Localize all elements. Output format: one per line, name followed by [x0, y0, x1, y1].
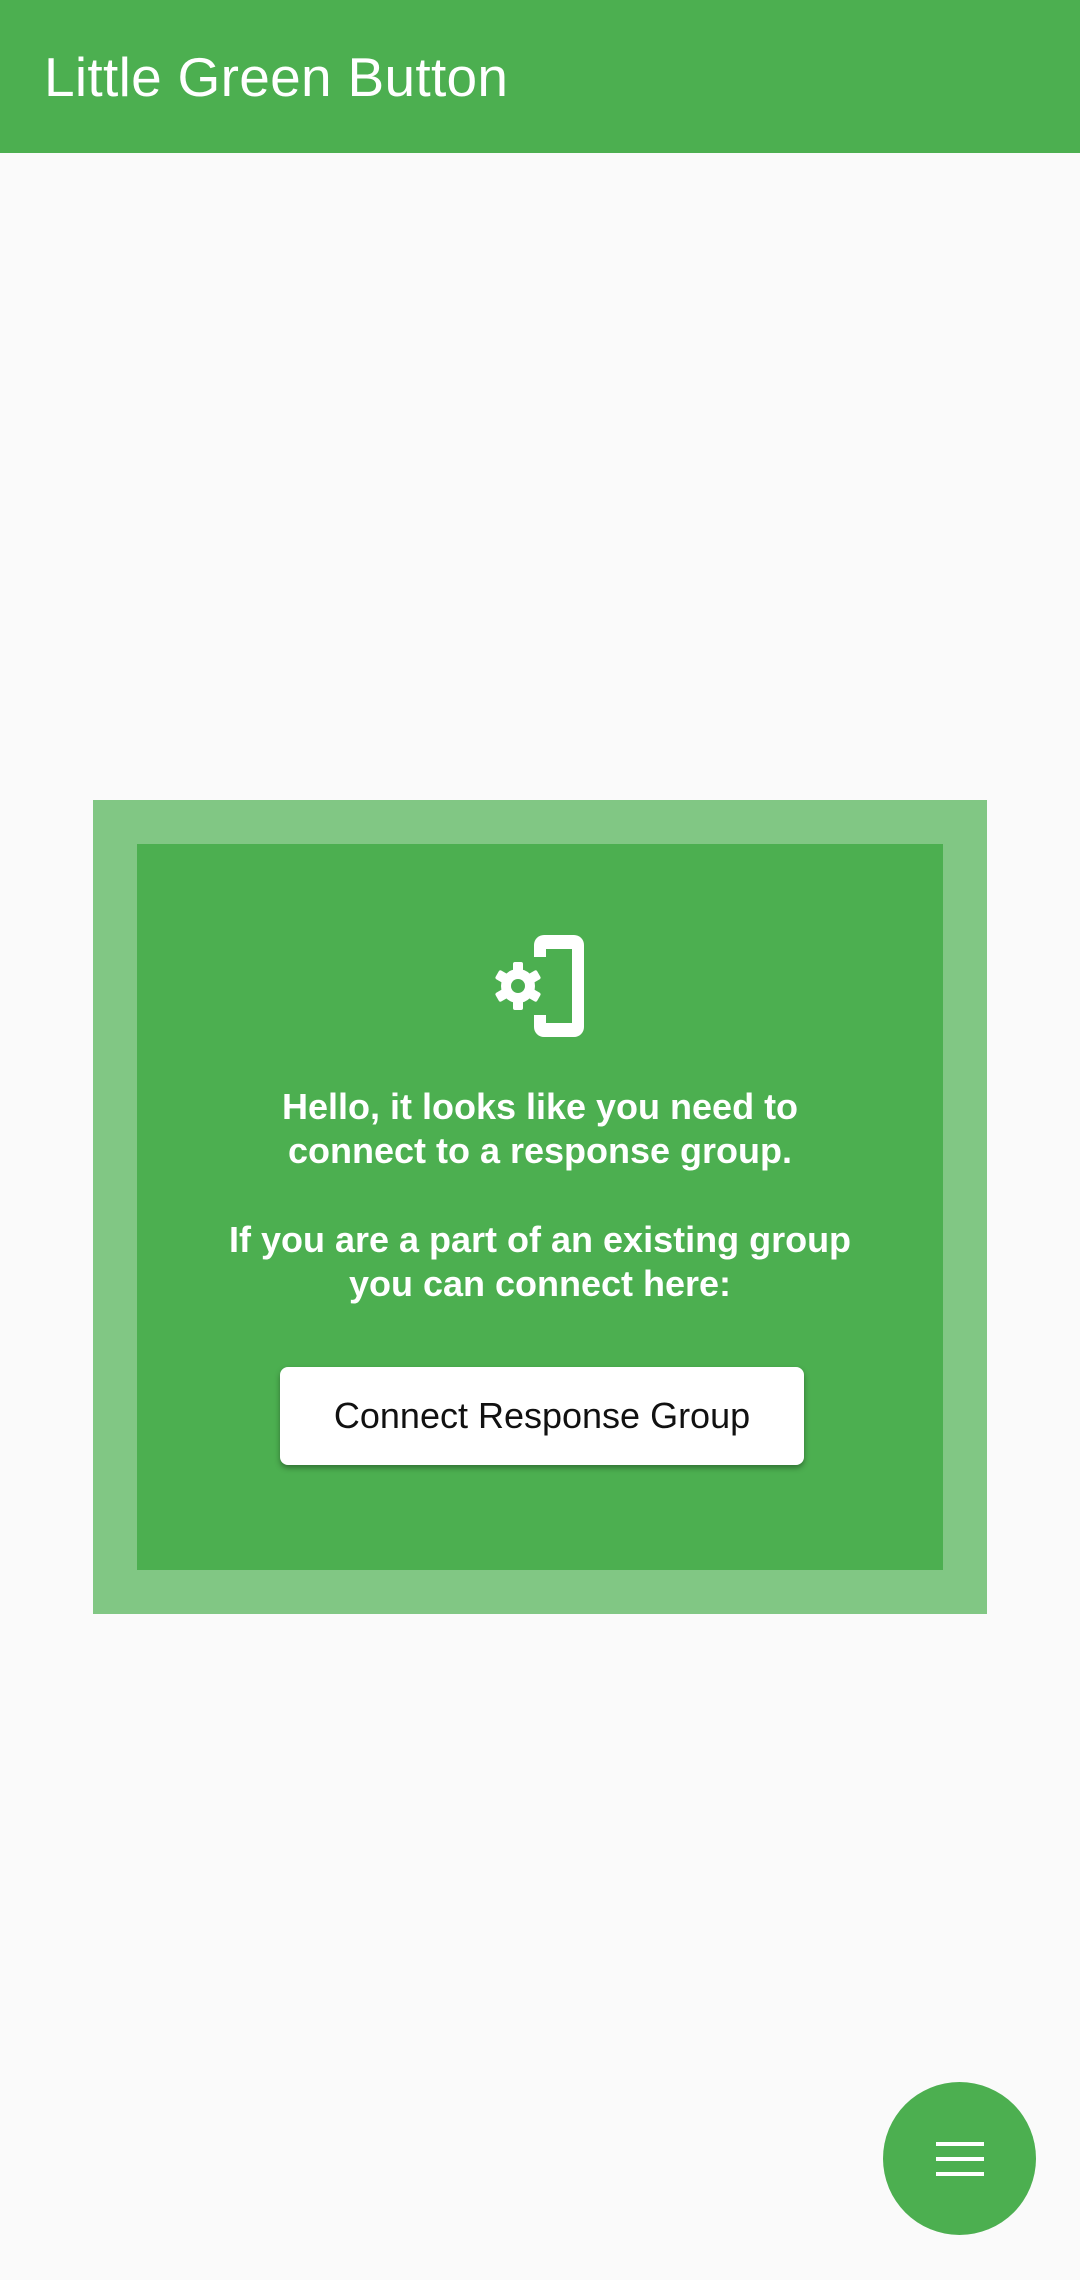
connect-message: Hello, it looks like you need to connect…: [137, 1085, 943, 1173]
message-line: If you are a part of an existing group: [228, 1219, 852, 1260]
app-bar: Little Green Button: [0, 0, 1080, 153]
menu-icon: [935, 2141, 984, 2176]
connect-card-frame: Hello, it looks like you need to connect…: [93, 800, 987, 1614]
message-line: Hello, it looks like you need to: [281, 1086, 799, 1127]
connect-response-group-button[interactable]: Connect Response Group: [280, 1367, 804, 1465]
phone-settings-icon: [495, 935, 584, 1037]
app-title: Little Green Button: [44, 45, 509, 108]
message-line: connect to a response group.: [287, 1130, 793, 1171]
menu-fab[interactable]: [883, 2082, 1036, 2235]
existing-group-message: If you are a part of an existing group y…: [137, 1218, 943, 1306]
connect-card: Hello, it looks like you need to connect…: [137, 844, 943, 1570]
message-line: you can connect here:: [348, 1263, 732, 1304]
